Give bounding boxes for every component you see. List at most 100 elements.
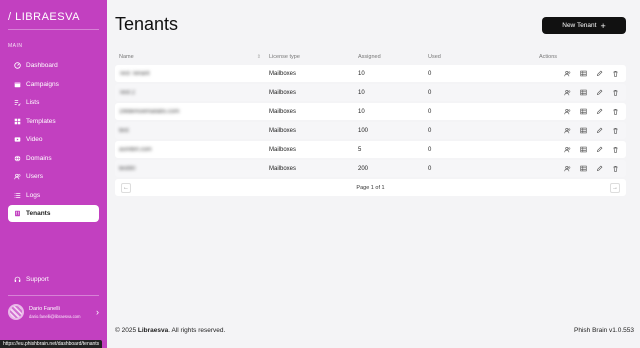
- table-icon[interactable]: [579, 88, 588, 97]
- new-tenant-button[interactable]: New Tenant +: [542, 17, 626, 34]
- used-count: 0: [428, 127, 432, 134]
- page-title: Tenants: [115, 14, 179, 34]
- users-icon[interactable]: [563, 126, 572, 135]
- sidebar-item-support[interactable]: Support: [8, 271, 99, 288]
- status-bar-url: https://eu.phishbrain.net/dashboard/tena…: [0, 340, 103, 348]
- new-tenant-label: New Tenant: [562, 22, 597, 29]
- sidebar-item-users[interactable]: Users: [8, 168, 99, 185]
- row-actions: [539, 69, 626, 78]
- sidebar-item-label: Templates: [26, 117, 56, 125]
- users-icon[interactable]: [563, 164, 572, 173]
- table-row[interactable]: test90 Mailboxes 200 0: [115, 160, 626, 177]
- license-type: Mailboxes: [269, 89, 297, 96]
- footer-copyright: © 2025 Libraesva. All rights reserved.: [115, 327, 226, 334]
- sidebar-item-lists[interactable]: Lists: [8, 94, 99, 111]
- assigned-count: 200: [358, 165, 369, 172]
- license-type: Mailboxes: [269, 127, 297, 134]
- building-icon: [13, 209, 22, 218]
- sidebar-item-dashboard[interactable]: Dashboard: [8, 57, 99, 74]
- used-count: 0: [428, 108, 432, 115]
- users-icon[interactable]: [563, 88, 572, 97]
- used-count: 0: [428, 70, 432, 77]
- used-count: 0: [428, 89, 432, 96]
- users-icon[interactable]: [563, 69, 572, 78]
- row-actions: [539, 164, 626, 173]
- table-icon[interactable]: [579, 164, 588, 173]
- template-icon: [13, 117, 22, 126]
- trash-icon[interactable]: [611, 126, 620, 135]
- license-type: Mailboxes: [269, 146, 297, 153]
- users-icon[interactable]: [563, 107, 572, 116]
- sidebar-nav: Dashboard Campaigns Lists Templates Vide…: [8, 57, 99, 224]
- table-row[interactable]: 1Mdemoemailabs.com Mailboxes 10 0: [115, 103, 626, 120]
- column-header-name[interactable]: Name ⇕: [115, 54, 269, 60]
- sidebar-item-logs[interactable]: Logs: [8, 187, 99, 204]
- column-header-actions: Actions: [539, 53, 558, 60]
- column-header-license: License type: [269, 53, 300, 60]
- users-icon: [13, 172, 22, 181]
- footer-brand: Libraesva: [137, 327, 169, 334]
- table-row[interactable]: Test Tenant Mailboxes 10 0: [115, 65, 626, 82]
- sidebar-item-tenants[interactable]: Tenants: [8, 205, 99, 222]
- pencil-icon[interactable]: [595, 164, 604, 173]
- sidebar-item-label: Users: [26, 173, 43, 180]
- calendar-icon: [13, 80, 22, 89]
- trash-icon[interactable]: [611, 107, 620, 116]
- list-check-icon: [13, 98, 22, 107]
- table-icon[interactable]: [579, 126, 588, 135]
- row-actions: [539, 88, 626, 97]
- sidebar-item-templates[interactable]: Templates: [8, 113, 99, 130]
- chevron-right-icon: ›: [96, 307, 99, 317]
- sidebar-item-domains[interactable]: Domains: [8, 150, 99, 167]
- table-icon[interactable]: [579, 107, 588, 116]
- table-icon[interactable]: [579, 145, 588, 154]
- arrow-left-icon[interactable]: ←: [121, 182, 131, 193]
- pencil-icon[interactable]: [595, 126, 604, 135]
- section-label-main: MAIN: [8, 43, 23, 49]
- used-count: 0: [428, 165, 432, 172]
- trash-icon[interactable]: [611, 145, 620, 154]
- column-header-assigned: Assigned: [358, 53, 381, 60]
- license-type: Mailboxes: [269, 108, 297, 115]
- globe-icon: [13, 154, 22, 163]
- pencil-icon[interactable]: [595, 107, 604, 116]
- table-icon[interactable]: [579, 69, 588, 78]
- row-actions: [539, 145, 626, 154]
- tenants-table: Name ⇕ License type Assigned Used Action…: [115, 48, 626, 196]
- user-name: Dario Fanelli: [29, 305, 60, 312]
- trash-icon[interactable]: [611, 164, 620, 173]
- trash-icon[interactable]: [611, 88, 620, 97]
- users-icon[interactable]: [563, 145, 572, 154]
- libraesva-logo[interactable]: / LIBRAESVA: [8, 11, 80, 23]
- table-row[interactable]: asmlbrt.com Mailboxes 5 0: [115, 141, 626, 158]
- row-actions: [539, 107, 626, 116]
- arrow-right-icon[interactable]: →: [609, 182, 620, 193]
- sidebar-item-video[interactable]: Video: [8, 131, 99, 148]
- table-row[interactable]: test Mailboxes 100 0: [115, 122, 626, 139]
- user-menu[interactable]: Dario Fanelli dario.fanelli@libraesva.co…: [8, 302, 99, 322]
- table-row[interactable]: Test 2 Mailboxes 10 0: [115, 84, 626, 101]
- sidebar-item-label: Tenants: [26, 210, 51, 217]
- divider: [8, 295, 99, 296]
- sidebar: / LIBRAESVA MAIN Dashboard Campaigns Lis…: [0, 0, 107, 348]
- avatar: [8, 304, 24, 320]
- sidebar-item-label: Video: [26, 136, 43, 143]
- user-email: dario.fanelli@libraesva.com: [29, 313, 81, 319]
- row-actions: [539, 126, 626, 135]
- assigned-count: 10: [358, 70, 365, 77]
- page-indicator: Page 1 of 1: [356, 184, 385, 191]
- pencil-icon[interactable]: [595, 69, 604, 78]
- tenant-name: 1Mdemoemailabs.com: [119, 108, 180, 115]
- sort-icon[interactable]: ⇕: [257, 54, 261, 60]
- sidebar-item-label: Domains: [26, 154, 52, 162]
- license-type: Mailboxes: [269, 70, 297, 77]
- pagination: ← Page 1 of 1 →: [115, 179, 626, 196]
- pencil-icon[interactable]: [595, 145, 604, 154]
- pencil-icon[interactable]: [595, 88, 604, 97]
- headset-icon: [13, 275, 22, 284]
- dashboard-icon: [13, 61, 22, 70]
- video-icon: [13, 135, 22, 144]
- license-type: Mailboxes: [269, 165, 297, 172]
- trash-icon[interactable]: [611, 69, 620, 78]
- sidebar-item-campaigns[interactable]: Campaigns: [8, 76, 99, 93]
